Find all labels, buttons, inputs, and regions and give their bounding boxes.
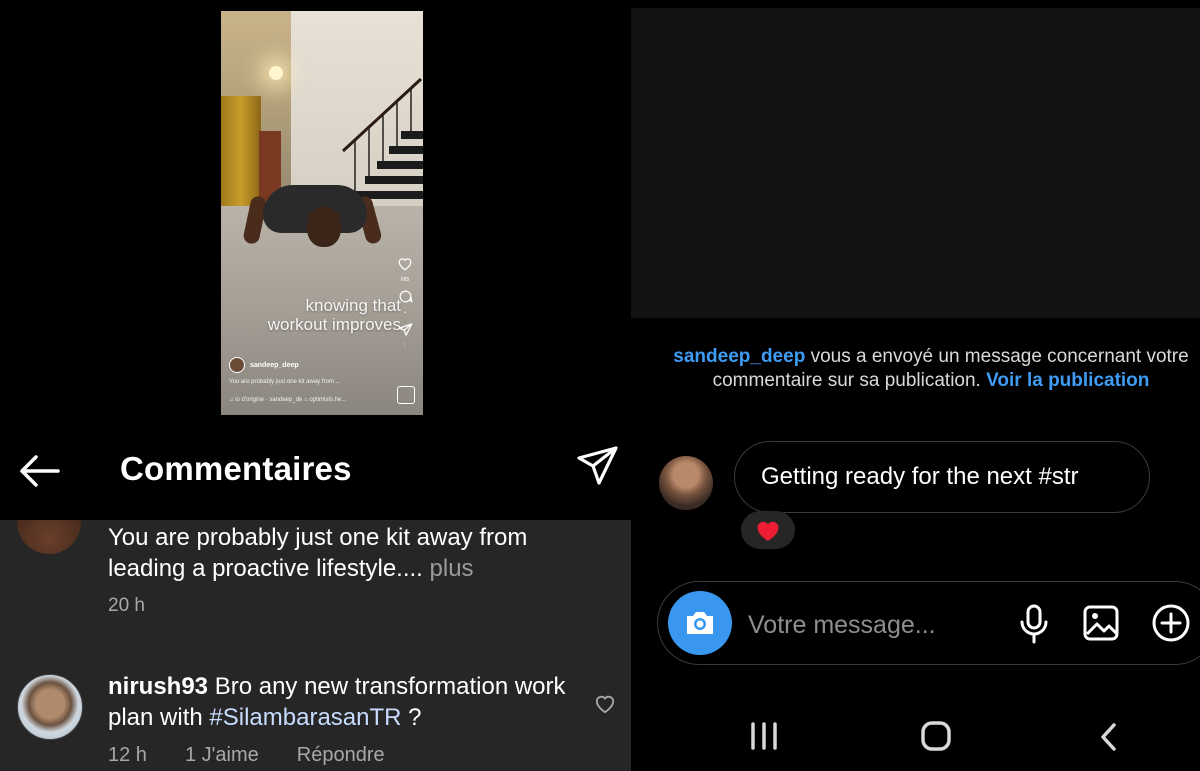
comments-list: You are probably just one kit away from … <box>0 520 631 771</box>
message-composer <box>657 581 1200 665</box>
more-options-icon[interactable]: ⋮ <box>403 343 408 349</box>
sender-avatar[interactable] <box>659 456 713 510</box>
chevron-left-icon[interactable] <box>1098 722 1120 752</box>
heart-icon[interactable] <box>397 257 413 271</box>
plus-circle-icon[interactable] <box>1151 603 1191 643</box>
reel-overlay-line: workout improves <box>267 315 401 334</box>
comment-text: nirush93 Bro any new transformation work… <box>108 671 578 733</box>
reel-lamp <box>269 66 283 80</box>
microphone-icon[interactable] <box>1019 604 1049 644</box>
reel-actions: 665 • ⋮ <box>395 257 415 349</box>
reply-button[interactable]: Répondre <box>297 744 385 767</box>
reel-caption: You are probably just one kit away from … <box>229 379 341 385</box>
reel-audio-thumbnail[interactable] <box>397 386 415 404</box>
see-more-link[interactable]: plus <box>430 555 474 582</box>
reel-author-avatar <box>229 357 245 373</box>
message-text: Getting ready for the next #str <box>761 463 1079 490</box>
page-title: Commentaires <box>120 450 352 487</box>
paper-plane-icon[interactable] <box>576 444 620 488</box>
image-icon[interactable] <box>1082 604 1120 642</box>
reel-curtain <box>221 96 261 206</box>
comment-body-suffix: ? <box>408 704 422 731</box>
reel-author[interactable]: sandeep_deep <box>229 357 299 373</box>
back-arrow-icon[interactable] <box>16 448 62 494</box>
avatar[interactable] <box>17 520 81 554</box>
comments-header: Commentaires <box>0 430 631 514</box>
recent-apps-icon[interactable] <box>749 722 779 750</box>
avatar[interactable] <box>17 674 83 740</box>
camera-icon <box>687 612 713 634</box>
heart-reaction-icon <box>757 521 779 541</box>
message-reaction[interactable] <box>741 511 795 549</box>
notice-username[interactable]: sandeep_deep <box>673 346 805 367</box>
reel-comment-count: • <box>404 310 406 316</box>
comment-username[interactable]: nirush93 <box>108 673 208 700</box>
comments-screen: knowing that workout improves 665 • ⋮ sa… <box>0 0 631 771</box>
conversation-background <box>631 8 1200 318</box>
home-icon[interactable] <box>920 721 952 751</box>
comment-text: You are probably just one kit away from … <box>108 522 608 584</box>
reel-overlay-text: knowing that workout improves <box>241 296 401 334</box>
direct-message-screen: sandeep_deep vous a envoyé un message co… <box>631 0 1200 771</box>
heart-outline-icon[interactable] <box>594 694 616 714</box>
comment-time: 20 h <box>108 595 145 616</box>
reel-audio[interactable]: ♫ io d'origine · sandeep_de ⌂ optimists.… <box>229 397 346 403</box>
reel-like-count: 665 <box>400 277 410 283</box>
comment-icon[interactable] <box>398 289 413 304</box>
camera-button[interactable] <box>668 591 732 655</box>
message-input[interactable] <box>746 604 990 646</box>
reel-person-head <box>307 207 341 247</box>
view-post-link[interactable]: Voir la publication <box>986 370 1149 391</box>
share-icon[interactable] <box>398 322 413 337</box>
comment-like-count[interactable]: 1 J'aime <box>185 744 259 767</box>
reel-preview[interactable]: knowing that workout improves 665 • ⋮ sa… <box>221 11 423 415</box>
message-bubble[interactable]: Getting ready for the next #str <box>734 441 1150 513</box>
system-navigation-bar <box>631 700 1200 771</box>
comment-time: 12 h <box>108 744 147 766</box>
reel-author-name: sandeep_deep <box>250 361 299 369</box>
message-context-notice: sandeep_deep vous a envoyé un message co… <box>671 345 1191 393</box>
comment-meta: 12 h 1 J'aime Répondre <box>108 744 385 767</box>
hashtag-link[interactable]: #SilambarasanTR <box>209 704 401 731</box>
reel-overlay-line: knowing that <box>305 296 401 315</box>
